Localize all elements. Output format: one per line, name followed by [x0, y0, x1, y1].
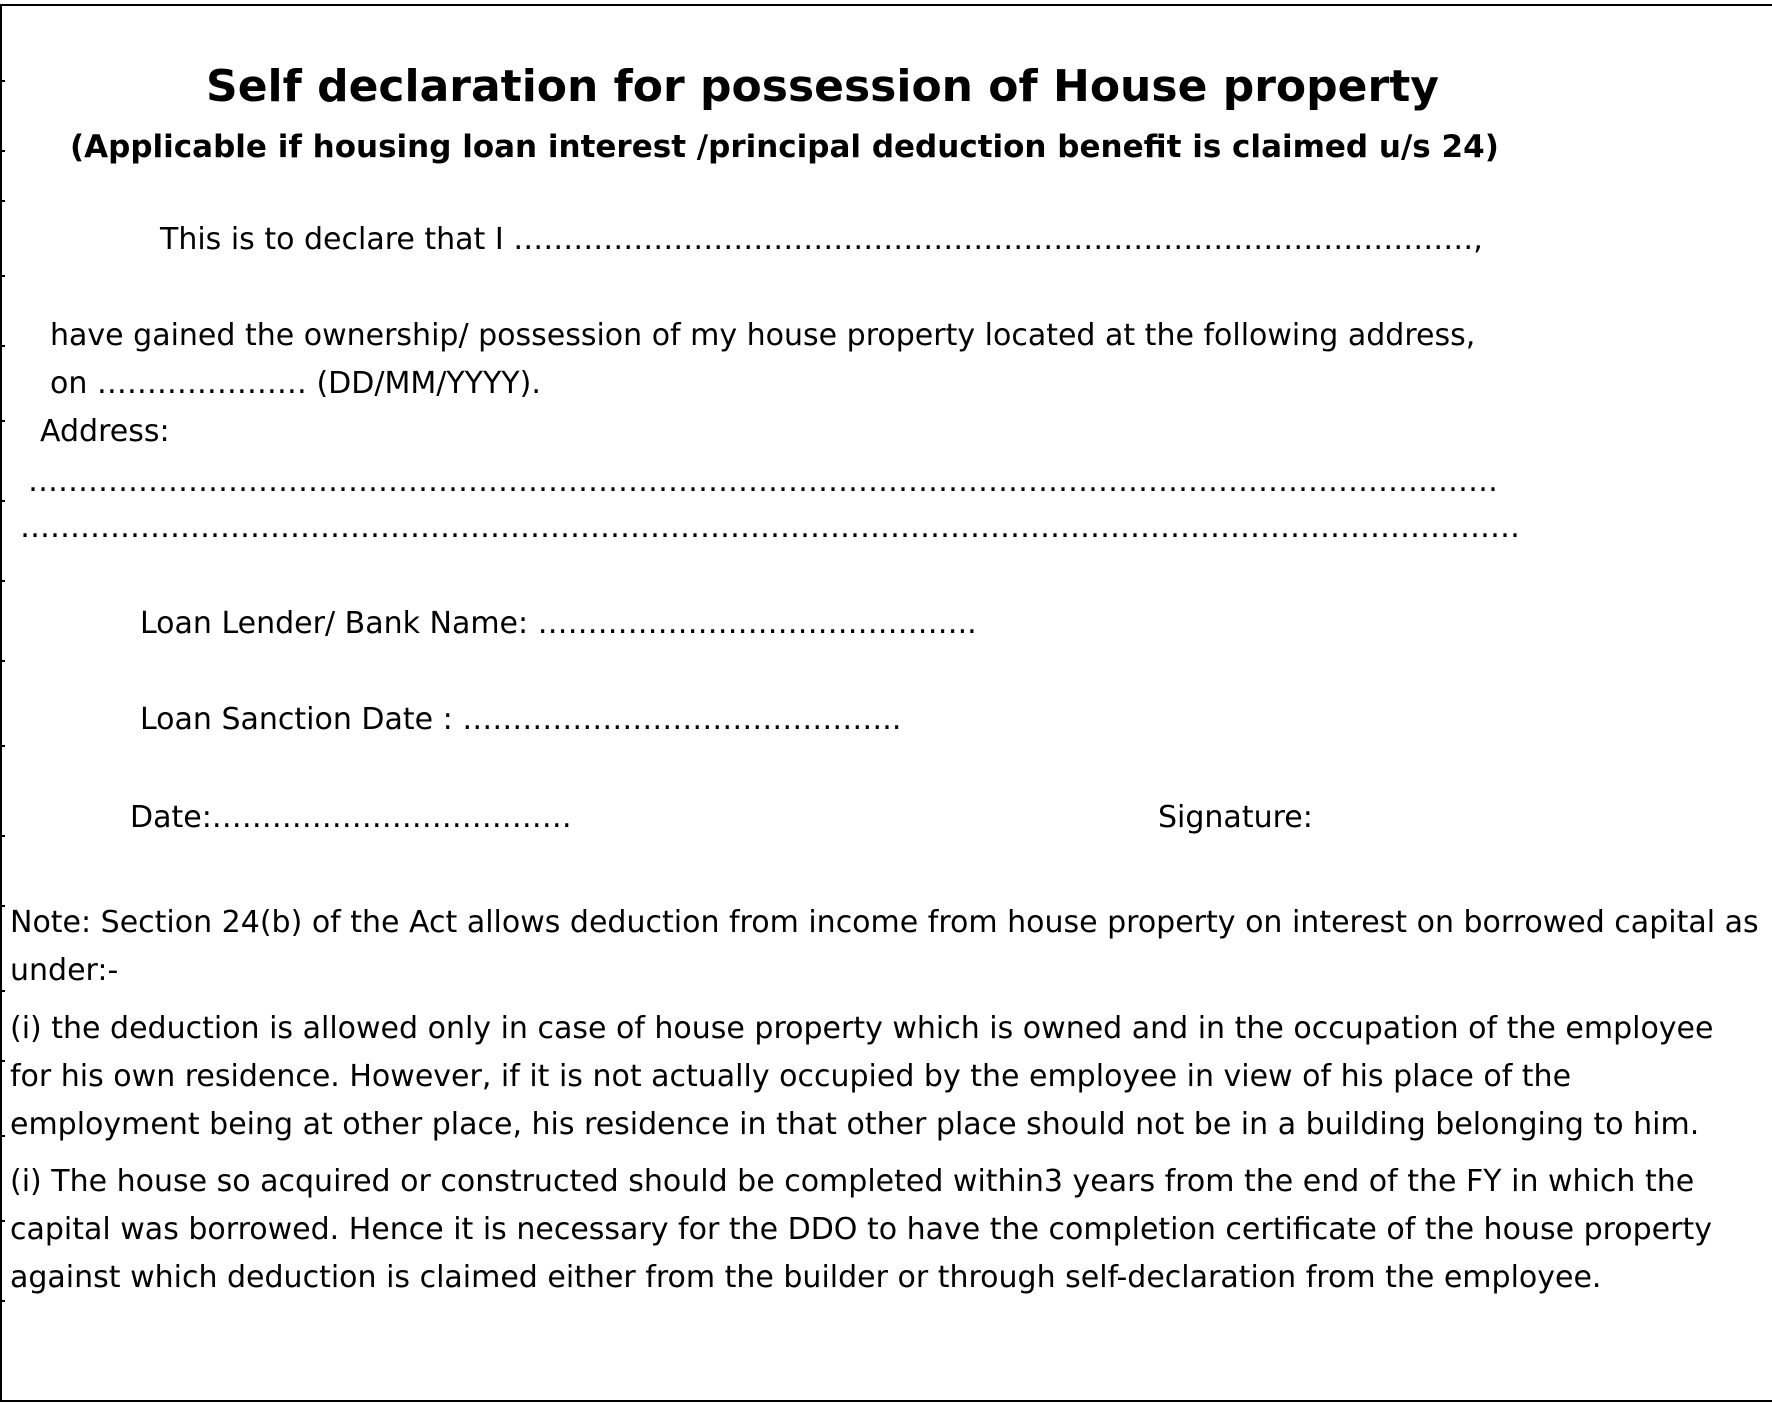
border-tick [0, 990, 5, 992]
border-tick [0, 200, 5, 202]
border-tick [0, 660, 5, 662]
border-tick [0, 1060, 5, 1062]
border-tick [0, 1220, 5, 1222]
declarant-name-line[interactable]: This is to declare that I ……………………………………… [160, 220, 1483, 260]
border-tick [0, 745, 5, 747]
declaration-date-line[interactable]: Date:……………………………… [130, 798, 572, 838]
border-tick [0, 1135, 5, 1137]
border-tick [0, 1300, 5, 1302]
possession-date-line[interactable]: on ………………… (DD/MM/YYYY). [50, 364, 541, 404]
border-tick [0, 580, 5, 582]
border-tick [0, 345, 5, 347]
page-border-top [0, 4, 1772, 6]
border-tick [0, 275, 5, 277]
border-tick [0, 905, 5, 907]
note-point-2: (i) The house so acquired or constructed… [10, 1164, 1712, 1295]
signature-label: Signature: [1158, 800, 1313, 835]
border-tick [0, 150, 5, 152]
ownership-statement: have gained the ownership/ possession of… [50, 318, 1476, 353]
loan-sanction-date-line[interactable]: Loan Sanction Date : …………………………………….. [140, 700, 901, 740]
note-point-1: (i) the deduction is allowed only in cas… [10, 1011, 1714, 1142]
note-intro: Note: Section 24(b) of the Act allows de… [10, 905, 1759, 988]
form-title: Self declaration for possession of House… [206, 61, 1439, 112]
form-subtitle: (Applicable if housing loan interest /pr… [70, 129, 1499, 165]
address-line-1[interactable]: …………………………………………………………………………………………………………… [28, 462, 1498, 502]
page-border-bottom [0, 1400, 1772, 1402]
page-border-left [0, 4, 2, 1402]
loan-lender-line[interactable]: Loan Lender/ Bank Name: …………………………………….. [140, 604, 977, 644]
border-tick [0, 500, 5, 502]
border-tick [0, 420, 5, 422]
address-line-2[interactable]: …………………………………………………………………………………………………………… [20, 508, 1520, 548]
border-tick [0, 80, 5, 82]
address-label: Address: [40, 414, 170, 449]
border-tick [0, 835, 5, 837]
